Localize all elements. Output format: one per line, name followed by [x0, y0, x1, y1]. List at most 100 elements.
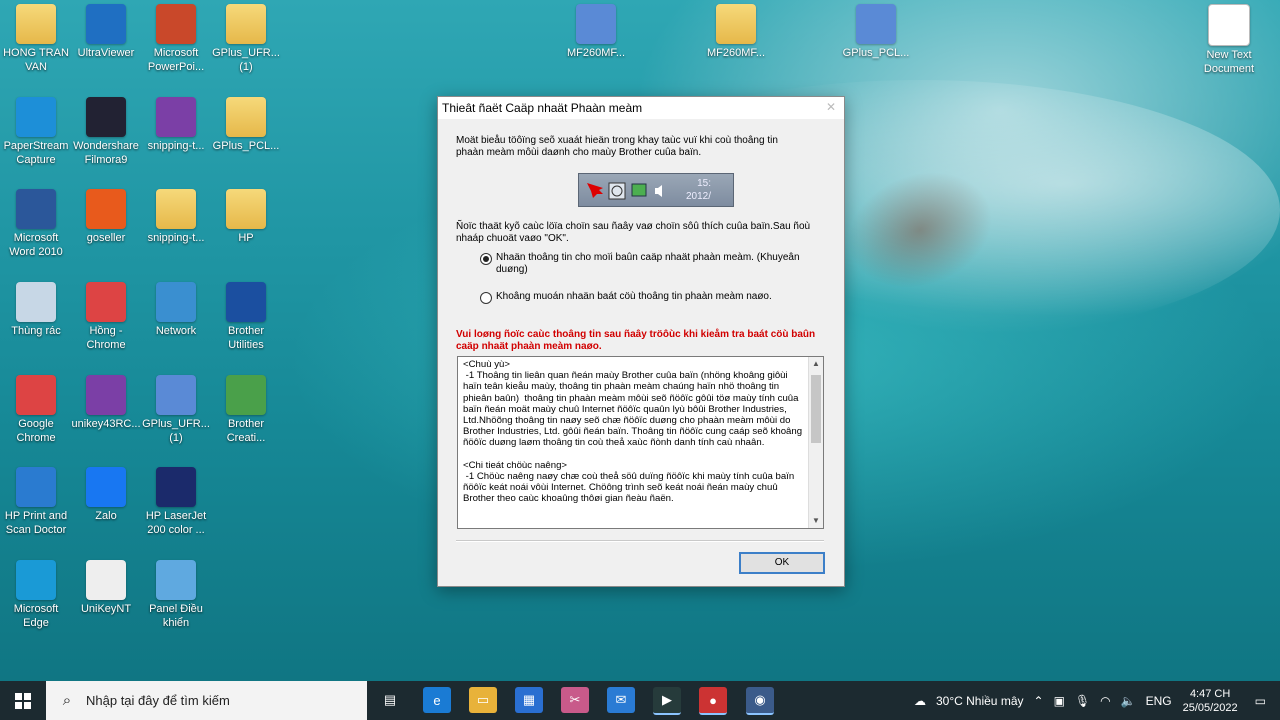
- file-explorer-icon[interactable]: ▭: [469, 687, 497, 713]
- desktop-icon[interactable]: GPlus_PCL...: [210, 97, 282, 153]
- installer-icon: [856, 4, 896, 44]
- radio-unchecked-icon[interactable]: [480, 292, 492, 304]
- desktop-icon-label: Wondershare Filmora9: [73, 140, 139, 166]
- desktop-icon[interactable]: Wondershare Filmora9: [70, 97, 142, 167]
- desktop-icon[interactable]: HP: [210, 189, 282, 245]
- desktop-icon[interactable]: HP Print and Scan Doctor: [0, 467, 72, 537]
- desktop-icon-label: snipping-t...: [147, 232, 205, 244]
- desktop-icon[interactable]: UniKeyNT: [70, 560, 142, 616]
- desktop-icon-label: Hồng - Chrome: [86, 325, 126, 351]
- word-icon: [16, 189, 56, 229]
- terms-textbox[interactable]: <Chuù yù> -1 Thoâng tin lieân quan ñeán …: [457, 356, 824, 529]
- meet-now-icon[interactable]: ▣: [1054, 694, 1065, 708]
- store-icon[interactable]: ▦: [515, 687, 543, 713]
- hp-doctor-icon: [16, 467, 56, 507]
- folder-icon: [156, 189, 196, 229]
- brother-updater-taskbar-icon[interactable]: ◉: [746, 687, 774, 715]
- mail-icon[interactable]: ✉: [607, 687, 635, 713]
- desktop-icon[interactable]: Thùng rác: [0, 282, 72, 338]
- desktop-icon-label: Panel Điều khiển: [149, 603, 203, 629]
- folder-icon: [716, 4, 756, 44]
- desktop-icon[interactable]: Google Chrome: [0, 375, 72, 445]
- desktop-icon[interactable]: GPlus_PCL...: [840, 4, 912, 60]
- desktop-icon[interactable]: HONG TRAN VAN: [0, 4, 72, 74]
- desktop-icon[interactable]: Brother Creati...: [210, 375, 282, 445]
- radio-checked-icon[interactable]: [480, 253, 492, 265]
- desktop-icon-label: HONG TRAN VAN: [3, 47, 69, 73]
- scroll-up-icon[interactable]: ▲: [809, 357, 823, 371]
- desktop-icon-label: GPlus_UFR... (1): [142, 418, 210, 444]
- desktop-icon-label: Microsoft Word 2010: [9, 232, 63, 258]
- desktop-icon-label: GPlus_UFR... (1): [212, 47, 280, 73]
- winrar-icon: [86, 375, 126, 415]
- desktop-icon-label: Zalo: [95, 510, 117, 522]
- clock[interactable]: 4:47 CH 25/05/2022: [1183, 687, 1238, 715]
- desktop-icon[interactable]: Hồng - Chrome: [70, 282, 142, 352]
- desktop-icon[interactable]: Panel Điều khiển: [140, 560, 212, 630]
- ok-button[interactable]: OK: [739, 552, 825, 574]
- option-receive-updates[interactable]: Nhaän thoâng tin cho moïi baûn caäp nhaä…: [480, 252, 800, 276]
- desktop-icon[interactable]: MF260MF...: [700, 4, 772, 60]
- desktop-icon-label: HP LaserJet 200 color ...: [145, 510, 207, 536]
- instruction-text: Ñoïc thaät kyõ caùc löïa choïn sau ñaây …: [456, 221, 811, 244]
- desktop-icon[interactable]: Brother Utilities: [210, 282, 282, 352]
- start-button[interactable]: [0, 681, 46, 720]
- desktop-icon[interactable]: unikey43RC...: [70, 375, 142, 431]
- language-indicator[interactable]: ENG: [1146, 694, 1172, 708]
- scroll-down-icon[interactable]: ▼: [809, 514, 823, 528]
- desktop-icon[interactable]: snipping-t...: [140, 189, 212, 245]
- desktop-icon[interactable]: PaperStream Capture: [0, 97, 72, 167]
- dialog-body: Moät bieåu töôïng seõ xuaát hieän trong …: [456, 135, 828, 574]
- desktop-icon[interactable]: GPlus_UFR... (1): [140, 375, 212, 445]
- desktop-icon[interactable]: Zalo: [70, 467, 142, 523]
- chevron-up-icon[interactable]: ⌃: [1034, 694, 1044, 708]
- desktop-icon[interactable]: snipping-t...: [140, 97, 212, 153]
- microphone-icon[interactable]: 🎙: [1075, 694, 1090, 708]
- task-view-icon[interactable]: ▤: [376, 687, 404, 713]
- option-no-updates[interactable]: Khoâng muoán nhaän baát cöù thoâng tin p…: [480, 291, 800, 304]
- control-panel-icon: [156, 560, 196, 600]
- unikey-icon: [86, 560, 126, 600]
- desktop-icon[interactable]: Microsoft Word 2010: [0, 189, 72, 259]
- close-icon[interactable]: ✕: [826, 100, 836, 114]
- installer-icon: [576, 4, 616, 44]
- software-update-settings-dialog: Thieât ñaët Caäp nhaät Phaàn meàm ✕ Moät…: [437, 96, 845, 587]
- desktop-icon[interactable]: MF260MF...: [560, 4, 632, 60]
- dialog-title: Thieât ñaët Caäp nhaät Phaàn meàm: [438, 97, 844, 119]
- weather-text[interactable]: 30°C Nhiều mây: [936, 694, 1024, 708]
- desktop-icon[interactable]: UltraViewer: [70, 4, 142, 60]
- filmora-icon: [86, 97, 126, 137]
- desktop-icon[interactable]: Microsoft PowerPoi...: [140, 4, 212, 74]
- taskbar-search[interactable]: ⌕ Nhập tại đây để tìm kiếm: [46, 681, 367, 720]
- brother-utilities-icon: [226, 282, 266, 322]
- filmora-taskbar-icon[interactable]: ▶: [653, 687, 681, 715]
- scroll-thumb[interactable]: [811, 375, 821, 443]
- edge-taskbar-icon[interactable]: e: [423, 687, 451, 713]
- desktop-icon-label: unikey43RC...: [71, 418, 141, 430]
- terms-scrollbar[interactable]: ▲ ▼: [808, 357, 823, 528]
- desktop-icon-label: Microsoft Edge: [13, 603, 59, 629]
- desktop-icon[interactable]: GPlus_UFR... (1): [210, 4, 282, 74]
- desktop-icon[interactable]: Network: [140, 282, 212, 338]
- desktop-icon-label: GPlus_PCL...: [842, 47, 910, 59]
- windows-logo-icon: [15, 692, 31, 709]
- notification-icon[interactable]: ▭: [1255, 694, 1266, 708]
- desktop-icon-label: Network: [155, 325, 197, 337]
- option-no-updates-label: Khoâng muoán nhaän baát cöù thoâng tin p…: [496, 291, 772, 302]
- desktop-icon[interactable]: goseller: [70, 189, 142, 245]
- chrome-icon: [86, 282, 126, 322]
- taskbar: ⌕ Nhập tại đây để tìm kiếm ▤ e ▭ ▦ ✂ ✉ ▶…: [0, 681, 1280, 720]
- desktop-icon[interactable]: Microsoft Edge: [0, 560, 72, 630]
- snipping-tool-icon[interactable]: ✂: [561, 687, 589, 713]
- speaker-icon[interactable]: 🔈: [1121, 694, 1136, 708]
- wifi-icon[interactable]: ◠: [1100, 694, 1110, 708]
- network-icon: [156, 282, 196, 322]
- desktop-icon[interactable]: New Text Document: [1193, 4, 1265, 76]
- chrome-taskbar-icon[interactable]: ●: [699, 687, 727, 715]
- desktop-icon-label: PaperStream Capture: [3, 140, 69, 166]
- desktop-icon-label: New Text Document: [1203, 49, 1255, 75]
- desktop-icon-label: Brother Utilities: [227, 325, 265, 351]
- zalo-icon: [86, 467, 126, 507]
- installer-icon: [156, 375, 196, 415]
- desktop-icon[interactable]: HP LaserJet 200 color ...: [140, 467, 212, 537]
